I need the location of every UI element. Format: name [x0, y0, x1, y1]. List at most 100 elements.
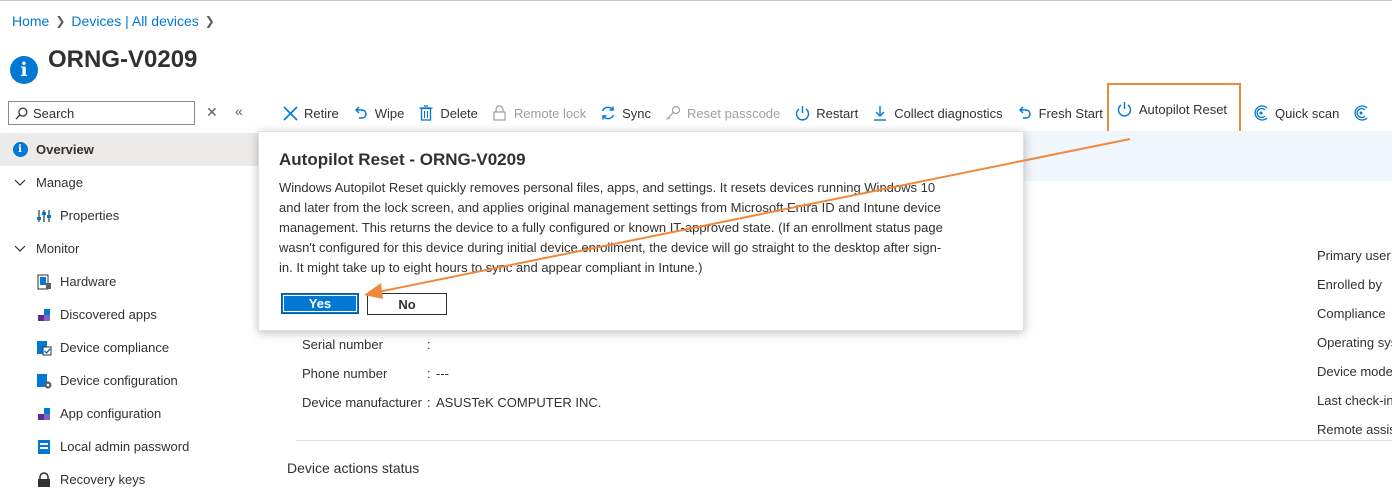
property-separator: :	[427, 366, 431, 381]
sidebar-item-recovery-keys[interactable]: Recovery keys	[0, 463, 258, 495]
password-icon	[35, 438, 53, 456]
sidebar-item-properties[interactable]: Properties	[0, 199, 258, 232]
sidebar-item-label: Properties	[60, 208, 120, 223]
sidebar-item-local-admin-password[interactable]: Local admin password	[0, 430, 258, 463]
wipe-button[interactable]: Wipe	[353, 98, 404, 128]
chevron-down-icon	[11, 240, 29, 258]
sidebar-item-discovered-apps[interactable]: Discovered apps	[0, 298, 258, 331]
key-icon	[35, 471, 53, 489]
reset-passcode-label: Reset passcode	[687, 105, 781, 121]
chevron-down-icon	[11, 174, 29, 192]
undo-icon	[353, 105, 369, 121]
trash-icon	[418, 105, 434, 121]
property-label: Primary user	[1317, 248, 1391, 263]
section-divider	[296, 440, 1392, 441]
download-icon	[872, 105, 888, 121]
autopilot-reset-button[interactable]: Autopilot Reset	[1106, 83, 1242, 135]
property-label: Last check-in	[1317, 393, 1392, 408]
sidebar-item-label: Recovery keys	[60, 472, 146, 487]
info-icon: i	[11, 141, 29, 159]
lock-icon	[492, 105, 508, 121]
property-value: ASUSTeK COMPUTER INC.	[436, 395, 602, 410]
autopilot-reset-label: Autopilot Reset	[1138, 101, 1228, 117]
sidebar-item-label: App configuration	[60, 406, 162, 421]
property-row: Phone number : ---	[302, 359, 601, 388]
app-config-icon	[35, 405, 53, 423]
compliance-icon	[35, 339, 53, 357]
delete-button[interactable]: Delete	[418, 98, 478, 128]
scan-icon	[1253, 105, 1269, 121]
configuration-icon	[35, 372, 53, 390]
sync-button[interactable]: Sync	[600, 98, 651, 128]
dialog-message-line: Windows Autopilot Reset quickly removes …	[279, 180, 936, 195]
sidebar-item-label: Overview	[36, 142, 94, 157]
essentials-left-column: Serial number : Phone number : --- Devic…	[302, 330, 601, 417]
refresh-icon	[1017, 105, 1033, 121]
yes-button[interactable]: Yes	[281, 293, 359, 314]
sliders-icon	[35, 207, 53, 225]
property-label: Device mode	[1317, 364, 1392, 379]
sidebar-item-label: Discovered apps	[60, 307, 157, 322]
info-icon: i	[10, 56, 38, 84]
autopilot-reset-dialog: Autopilot Reset - ORNG-V0209 Windows Aut…	[258, 131, 1024, 331]
sidebar: i Overview Manage Properties Monitor Har…	[0, 133, 258, 495]
sidebar-item-device-compliance[interactable]: Device compliance	[0, 331, 258, 364]
retire-label: Retire	[304, 105, 339, 121]
no-button[interactable]: No	[367, 293, 447, 315]
property-label: Serial number	[302, 337, 383, 352]
sidebar-item-app-configuration[interactable]: App configuration	[0, 397, 258, 430]
breadcrumb-home[interactable]: Home	[12, 13, 49, 29]
property-label: Enrolled by	[1317, 277, 1383, 292]
reset-passcode-button[interactable]: Reset passcode	[665, 98, 780, 128]
essentials-right-column: Primary user Enrolled by Compliance Oper…	[1317, 241, 1392, 444]
fresh-start-button[interactable]: Fresh Start	[1017, 98, 1103, 128]
dialog-title: Autopilot Reset - ORNG-V0209	[279, 150, 526, 169]
sidebar-group-manage[interactable]: Manage	[0, 166, 258, 199]
sidebar-item-label: Hardware	[60, 274, 117, 289]
property-separator: :	[427, 395, 431, 410]
info-banner	[1024, 131, 1392, 181]
device-actions-status-heading: Device actions status	[287, 460, 420, 476]
sync-icon	[600, 105, 616, 121]
full-scan-button[interactable]	[1353, 98, 1369, 128]
clear-search-icon[interactable]: ✕	[206, 104, 218, 121]
search-input[interactable]	[33, 105, 183, 121]
sidebar-item-overview[interactable]: i Overview	[0, 133, 258, 166]
chevron-right-icon: ❯	[204, 14, 215, 28]
sidebar-item-hardware[interactable]: Hardware	[0, 265, 258, 298]
quick-scan-button[interactable]: Quick scan	[1253, 98, 1339, 128]
power-icon	[1117, 101, 1133, 117]
delete-label: Delete	[440, 105, 478, 121]
sidebar-group-monitor[interactable]: Monitor	[0, 232, 258, 265]
dialog-message-line: management. This returns the device to a…	[279, 220, 943, 235]
search-icon	[15, 107, 28, 120]
sidebar-item-label: Monitor	[36, 241, 80, 256]
restart-label: Restart	[816, 105, 859, 121]
retire-button[interactable]: Retire	[282, 98, 339, 128]
quick-scan-label: Quick scan	[1275, 105, 1340, 121]
apps-icon	[35, 306, 53, 324]
sidebar-item-device-configuration[interactable]: Device configuration	[0, 364, 258, 397]
top-border	[0, 0, 1392, 1]
collect-diagnostics-label: Collect diagnostics	[894, 105, 1003, 121]
property-row: Device manufacturer : ASUSTeK COMPUTER I…	[302, 388, 601, 417]
dialog-message-line: and later from the lock screen, and appl…	[279, 200, 941, 215]
property-label: Compliance	[1317, 306, 1386, 321]
restart-button[interactable]: Restart	[794, 98, 858, 128]
sidebar-item-label: Local admin password	[60, 439, 190, 454]
breadcrumb-devices[interactable]: Devices | All devices	[71, 13, 198, 29]
remote-lock-label: Remote lock	[513, 105, 587, 121]
sidebar-item-label: Manage	[36, 175, 83, 190]
collapse-sidebar-icon[interactable]: «	[235, 103, 243, 119]
property-label: Operating sys	[1317, 335, 1392, 350]
key-icon	[665, 105, 681, 121]
property-separator: :	[427, 337, 431, 352]
dialog-message-line: wasn't configured for this device during…	[279, 240, 942, 255]
close-icon	[282, 105, 298, 121]
power-icon	[794, 105, 810, 121]
search-box[interactable]	[8, 101, 195, 125]
remote-lock-button[interactable]: Remote lock	[492, 98, 586, 128]
collect-diagnostics-button[interactable]: Collect diagnostics	[872, 98, 1003, 128]
property-row: Serial number :	[302, 330, 601, 359]
dialog-message-line: in. It might take up to eight hours to s…	[279, 260, 703, 275]
